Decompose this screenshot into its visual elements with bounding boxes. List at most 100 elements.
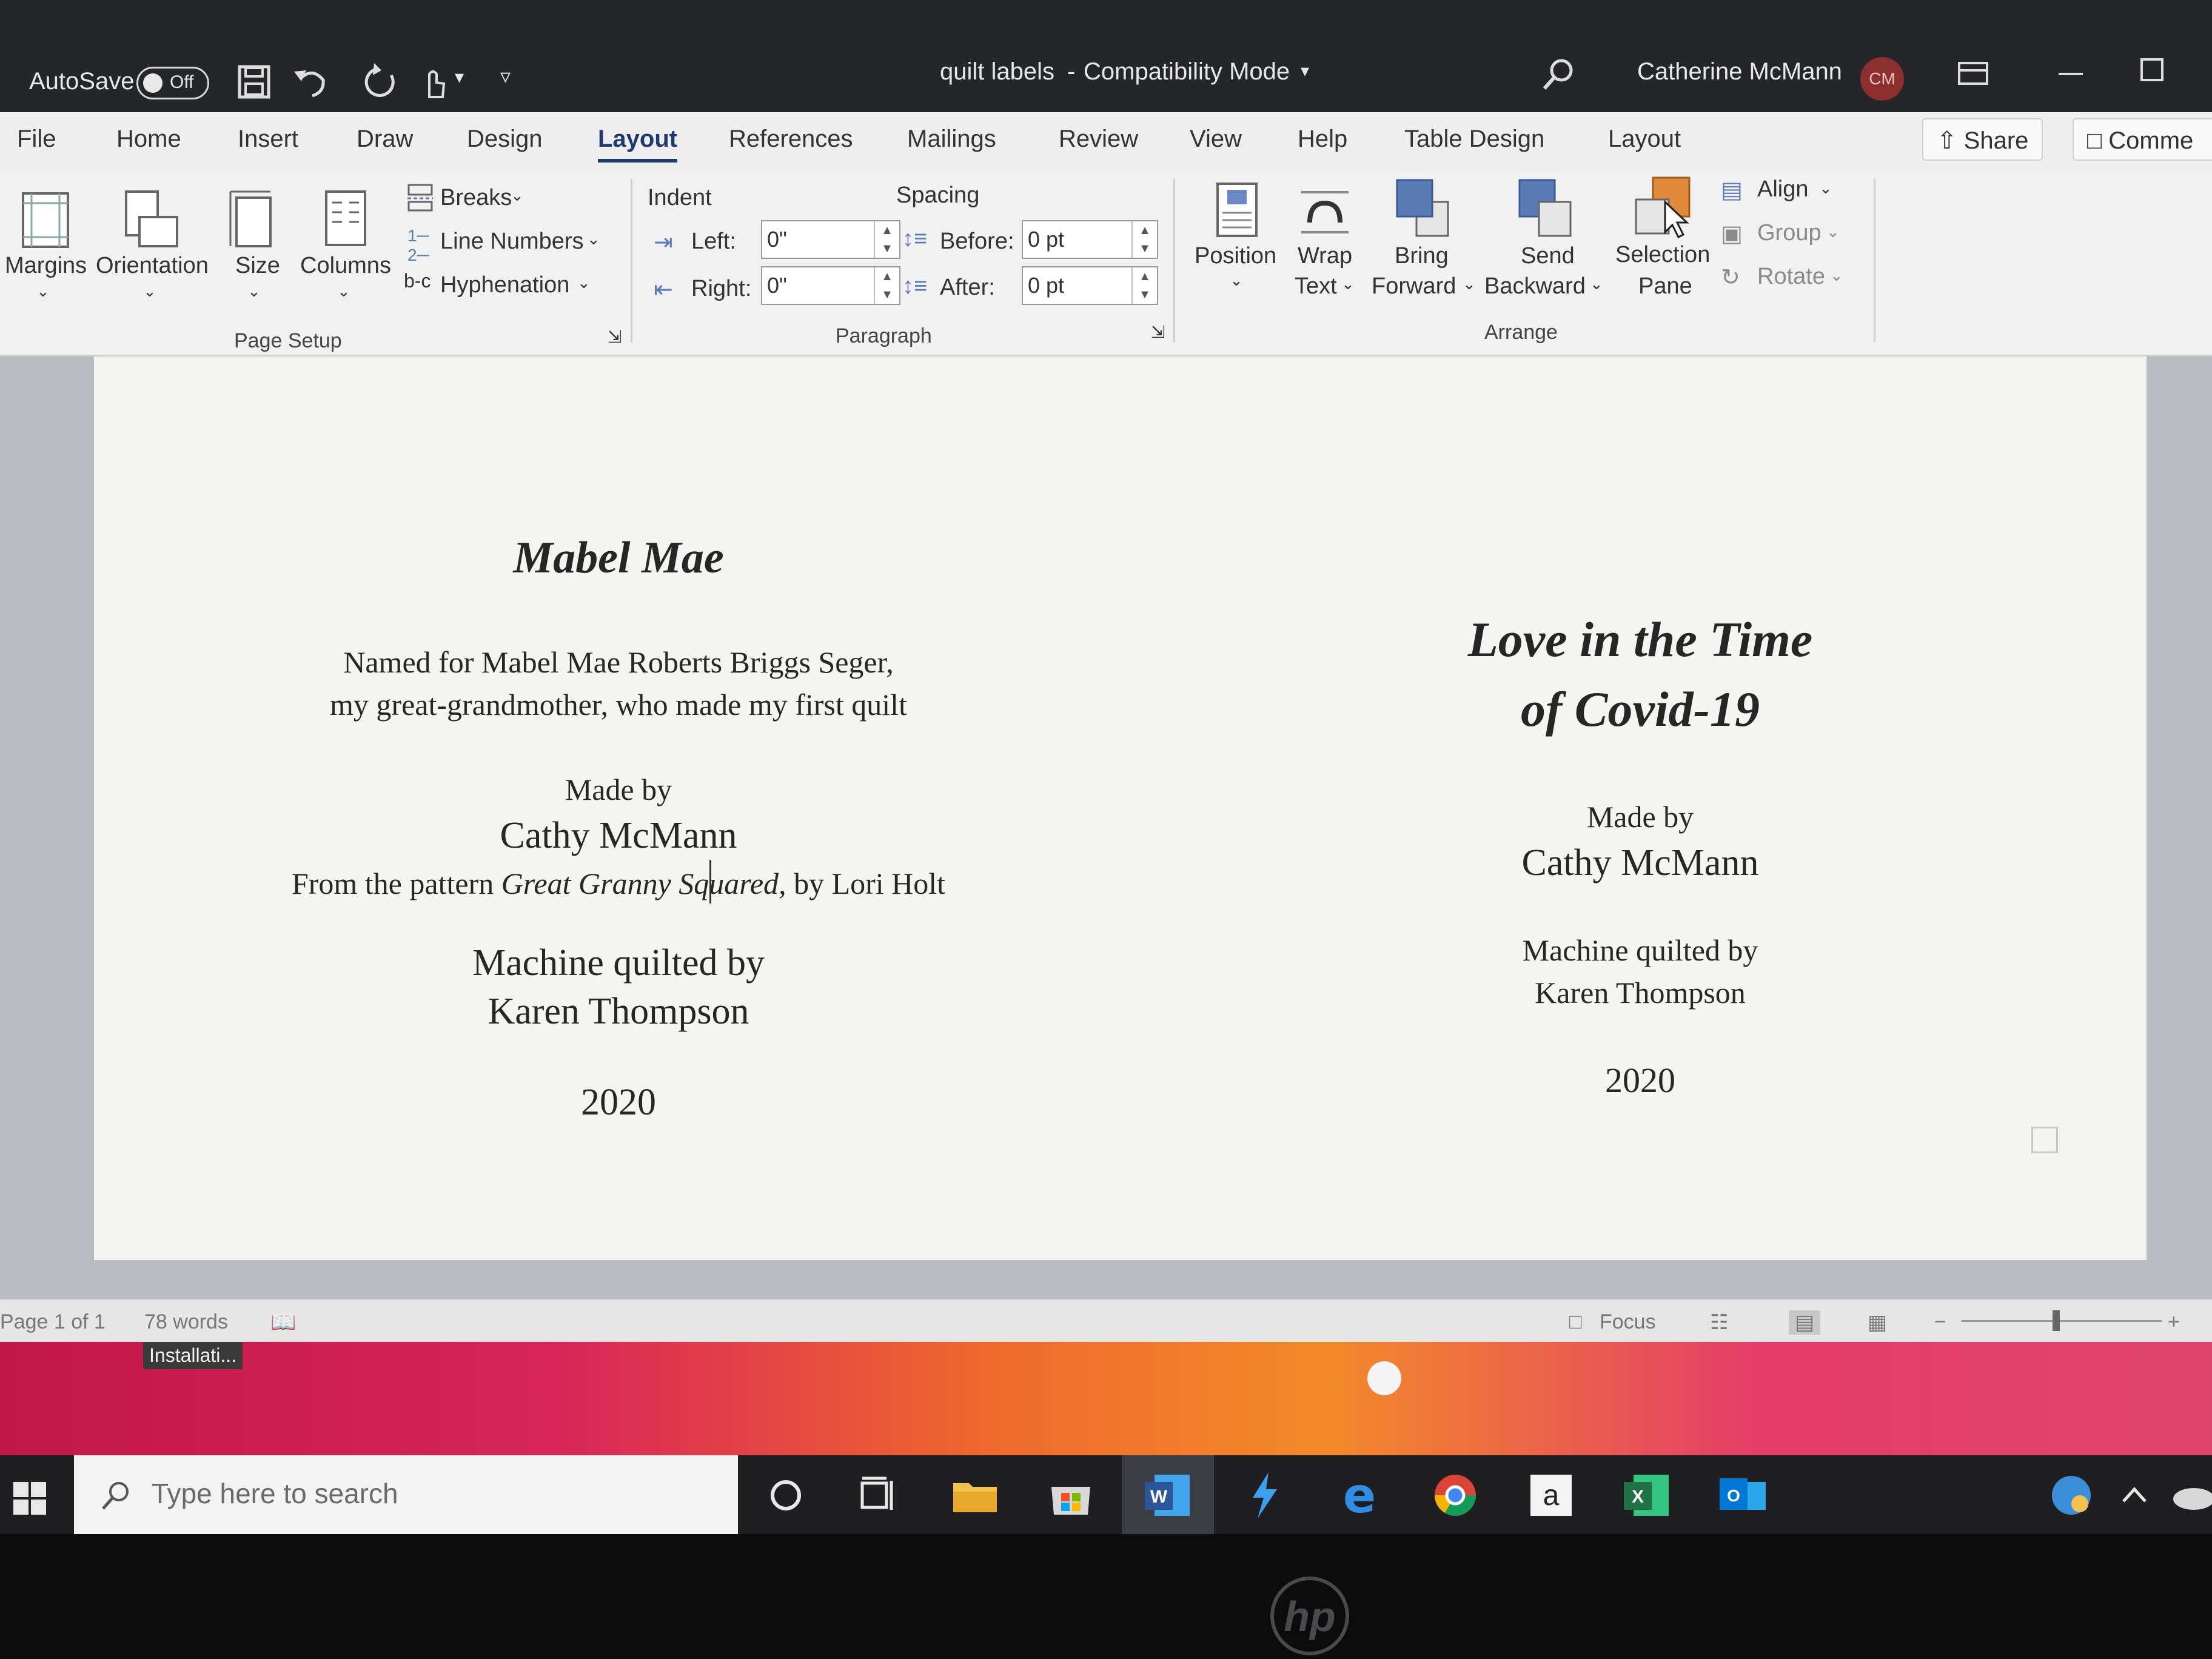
amazon-icon[interactable]: a [1522, 1466, 1580, 1524]
excel-icon[interactable]: X [1618, 1466, 1676, 1524]
dialog-launcher-icon[interactable]: ⇲ [608, 327, 622, 347]
onedrive-icon[interactable] [2165, 1466, 2212, 1524]
page-count[interactable]: Page 1 of 1 [0, 1310, 106, 1334]
focus-icon: □ [1569, 1310, 1582, 1333]
minimize-icon[interactable] [2053, 56, 2089, 92]
line-numbers-label: Line Numbers [440, 229, 584, 254]
lightning-app-icon[interactable] [1235, 1466, 1293, 1524]
left-label-made-by: Made by [565, 773, 672, 806]
spin-arrows-icon[interactable]: ▲ ▼ [1131, 221, 1157, 258]
table-resize-handle[interactable] [2031, 1127, 2058, 1153]
task-view-icon[interactable] [849, 1466, 907, 1524]
send-backward-label-1: Send [1521, 243, 1575, 269]
svg-text:e: e [1343, 1467, 1376, 1524]
left-label-maker: Cathy McMann [500, 815, 737, 856]
web-layout-icon[interactable]: ▦ [1868, 1310, 1887, 1335]
send-backward-label-2: Backward [1484, 273, 1586, 299]
taskbar-search-box[interactable]: Type here to search [74, 1455, 738, 1534]
right-label-quilted-by: Machine quilted by [1522, 933, 1758, 967]
wrap-text-label-1: Wrap [1298, 243, 1353, 269]
svg-text:W: W [1150, 1487, 1168, 1507]
spin-arrows-icon[interactable]: ▲ ▼ [874, 221, 899, 258]
tab-file[interactable]: File [17, 126, 56, 153]
bring-forward-icon [1396, 179, 1449, 237]
file-explorer-icon[interactable] [946, 1466, 1004, 1524]
chevron-down-icon[interactable]: ▾ [1301, 61, 1309, 81]
indent-left-label: Left: [691, 229, 736, 254]
search-icon [102, 1482, 129, 1510]
indent-right-label: Right: [691, 276, 752, 301]
read-mode-icon[interactable]: ☷ [1710, 1310, 1728, 1335]
search-placeholder: Type here to search [152, 1478, 398, 1509]
tab-layout[interactable]: Layout [598, 126, 678, 163]
group-divider [1874, 179, 1875, 343]
tab-design[interactable]: Design [467, 126, 543, 153]
cortana-icon[interactable] [757, 1466, 815, 1524]
word-icon[interactable]: W [1139, 1466, 1197, 1524]
share-button[interactable]: ⇧ Share [1922, 118, 2043, 161]
focus-button[interactable]: Focus [1600, 1310, 1656, 1334]
tab-mailings[interactable]: Mailings [907, 126, 996, 153]
indent-left-field[interactable]: 0" ▲ ▼ [761, 220, 900, 259]
outlook-icon[interactable]: O [1714, 1466, 1772, 1524]
zoom-in-icon[interactable]: + [2168, 1310, 2180, 1334]
position-icon [1216, 183, 1258, 237]
columns-icon [325, 190, 366, 246]
edge-icon[interactable]: e [1330, 1466, 1389, 1524]
touch-mode-icon[interactable] [412, 61, 455, 103]
avatar[interactable]: CM [1860, 57, 1904, 101]
spin-arrows-icon[interactable]: ▲ ▼ [1131, 267, 1157, 304]
zoom-slider-thumb[interactable] [2053, 1310, 2060, 1331]
page-setup-group-label: Page Setup [234, 329, 342, 352]
chevron-up-icon[interactable] [2105, 1466, 2163, 1524]
tab-insert[interactable]: Insert [238, 126, 298, 153]
chevron-down-icon: ⌄ [1230, 271, 1243, 289]
windows-start-icon[interactable] [11, 1480, 49, 1517]
ribbon-display-options-icon[interactable] [1956, 56, 1992, 92]
customize-quick-access-icon[interactable]: ▿ [500, 64, 511, 89]
zoom-slider[interactable] [1962, 1320, 2162, 1322]
tab-review[interactable]: Review [1059, 126, 1138, 153]
spacing-before-field[interactable]: 0 pt ▲ ▼ [1022, 220, 1158, 259]
spin-arrows-icon[interactable]: ▲ ▼ [874, 267, 899, 304]
hp-logo: hp [1270, 1577, 1349, 1655]
rotate-label: Rotate [1757, 264, 1825, 289]
comment-icon: □ [2087, 127, 2109, 154]
tab-table-layout[interactable]: Layout [1608, 126, 1681, 153]
spacing-before-value: 0 pt [1028, 227, 1065, 252]
spacing-before-icon: ↕≡ [902, 226, 928, 252]
left-label-pattern: From the pattern Great Granny Squared, b… [94, 866, 1143, 901]
comments-button[interactable]: □ Comme [2073, 118, 2212, 161]
chevron-down-icon: ⌄ [511, 186, 524, 204]
document-area[interactable]: Mabel Mae Named for Mabel Mae Roberts Br… [0, 357, 2212, 1299]
undo-icon[interactable] [288, 61, 330, 103]
spacing-after-field[interactable]: 0 pt ▲ ▼ [1022, 266, 1158, 305]
autosave-state: Off [170, 72, 194, 92]
compatibility-mode[interactable]: Compatibility Mode [1084, 58, 1290, 85]
tab-view[interactable]: View [1190, 126, 1242, 153]
word-count[interactable]: 78 words [144, 1310, 228, 1334]
tab-home[interactable]: Home [116, 126, 181, 153]
tab-draw[interactable]: Draw [357, 126, 413, 153]
chevron-down-icon[interactable]: ▾ [455, 67, 464, 88]
proofing-icon[interactable]: 📖 [270, 1310, 296, 1335]
microsoft-store-icon[interactable] [1042, 1466, 1100, 1524]
autosave-toggle[interactable]: Off [136, 67, 209, 99]
tab-help[interactable]: Help [1298, 126, 1347, 153]
maximize-icon[interactable] [2134, 52, 2171, 89]
zoom-out-icon[interactable]: − [1934, 1310, 1946, 1334]
save-icon[interactable] [233, 61, 276, 103]
notification-app-icon[interactable] [2042, 1466, 2100, 1524]
redo-icon[interactable] [361, 61, 403, 103]
user-name[interactable]: Catherine McMann [1637, 58, 1842, 85]
print-layout-icon[interactable]: ▤ [1789, 1310, 1821, 1335]
indent-left-icon: ⇥ [654, 230, 673, 255]
indent-right-field[interactable]: 0" ▲ ▼ [761, 266, 900, 305]
title-separator: - [1067, 58, 1076, 85]
tab-table-design[interactable]: Table Design [1404, 126, 1544, 153]
tab-references[interactable]: References [729, 126, 853, 153]
search-icon[interactable] [1537, 53, 1580, 96]
document-page[interactable]: Mabel Mae Named for Mabel Mae Roberts Br… [94, 357, 2147, 1260]
dialog-launcher-icon[interactable]: ⇲ [1151, 322, 1165, 342]
chrome-icon[interactable] [1426, 1466, 1484, 1524]
